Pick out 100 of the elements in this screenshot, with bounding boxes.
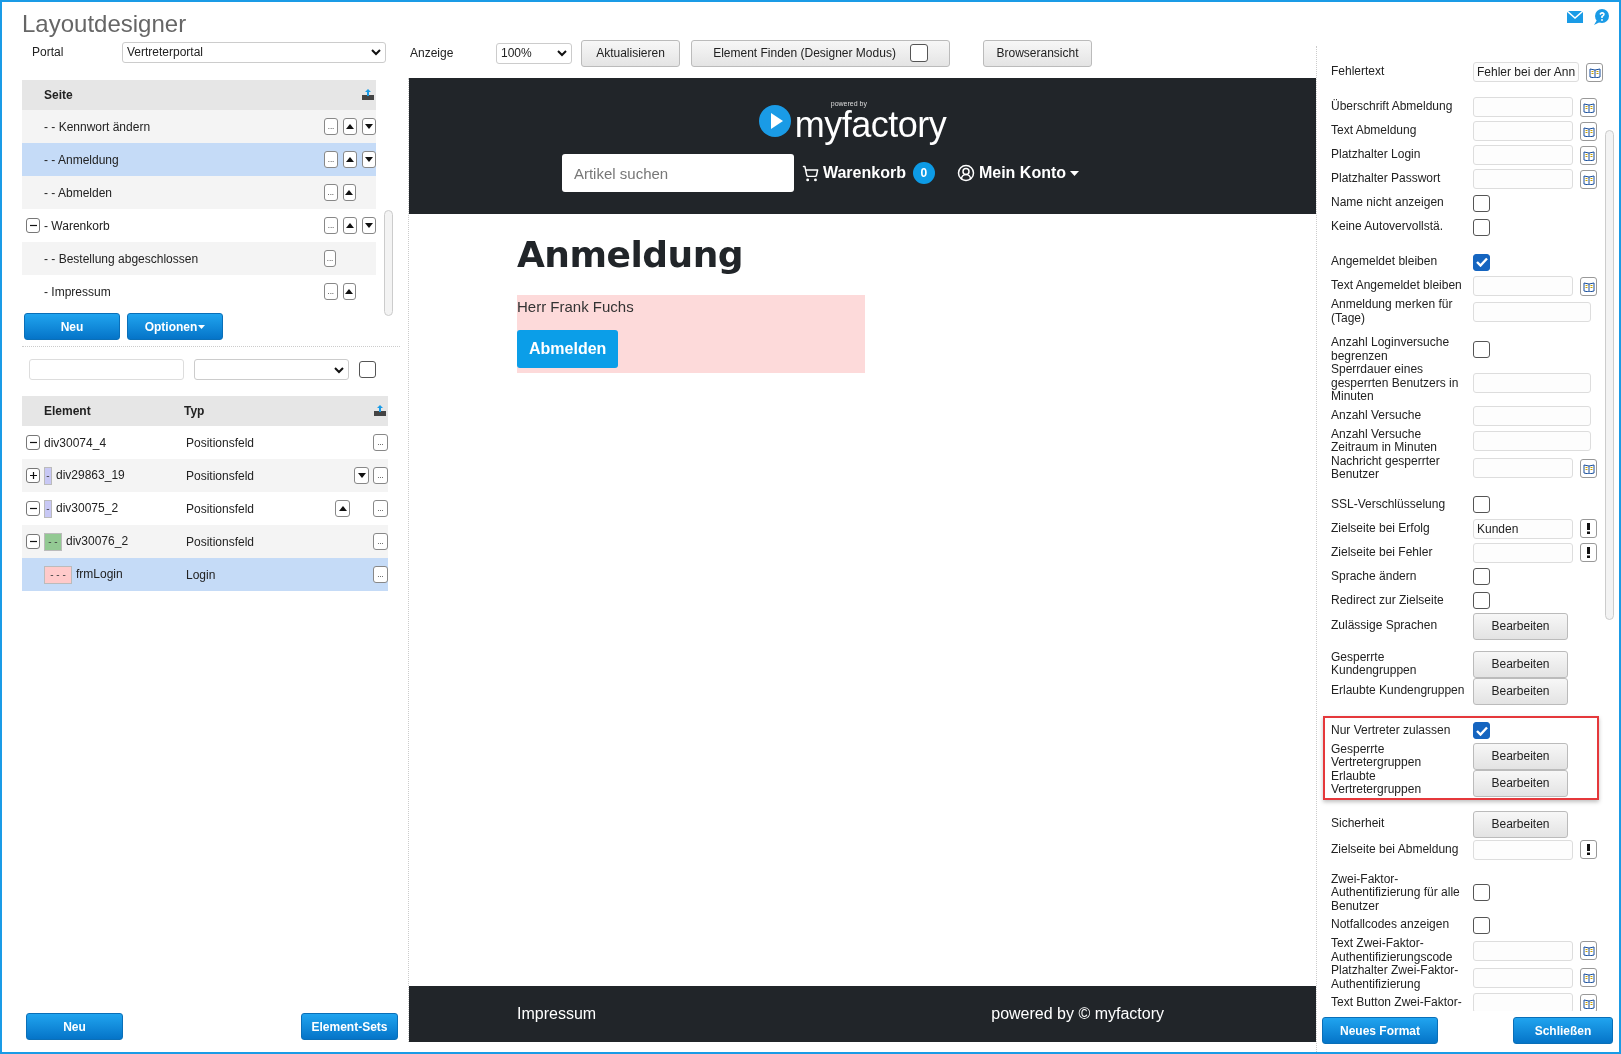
property-input[interactable]: [1473, 940, 1573, 961]
more-button[interactable]: ...: [373, 500, 388, 517]
export-icon[interactable]: [362, 89, 374, 100]
filter-checkbox[interactable]: [359, 361, 376, 378]
translate-button[interactable]: [1580, 993, 1597, 1011]
move-down-button[interactable]: [354, 467, 369, 484]
property-input[interactable]: [1473, 373, 1591, 394]
refresh-button[interactable]: Aktualisieren: [581, 39, 680, 67]
property-checkbox[interactable]: [1473, 218, 1490, 236]
property-input[interactable]: Fehler bei der Ann: [1473, 62, 1580, 82]
move-down-button[interactable]: [362, 118, 376, 135]
translate-button[interactable]: [1580, 276, 1597, 296]
property-input[interactable]: [1473, 97, 1573, 117]
new-format-button[interactable]: Neues Format: [1322, 1017, 1438, 1044]
collapse-toggle[interactable]: [26, 218, 40, 233]
move-up-button[interactable]: [342, 184, 356, 201]
designer-mode-checkbox[interactable]: [909, 44, 928, 62]
close-button[interactable]: Schließen: [1513, 1017, 1613, 1044]
property-input[interactable]: [1473, 405, 1591, 426]
page-tree-row[interactable]: - - Anmeldung ...: [22, 143, 376, 176]
select-page-button[interactable]: [1580, 840, 1597, 859]
property-checkbox[interactable]: [1473, 253, 1490, 271]
property-checkbox[interactable]: [1473, 916, 1490, 934]
translate-button[interactable]: [1580, 169, 1597, 189]
property-checkbox[interactable]: [1473, 884, 1490, 902]
move-down-button[interactable]: [362, 151, 376, 168]
property-checkbox[interactable]: [1473, 592, 1490, 609]
property-checkbox[interactable]: [1473, 496, 1490, 513]
account-menu[interactable]: Mein Konto: [956, 164, 1080, 182]
property-checkbox[interactable]: [1473, 341, 1490, 358]
edit-button[interactable]: Bearbeiten: [1473, 742, 1568, 770]
portal-select[interactable]: Vertreterportal: [122, 41, 386, 63]
move-down-button[interactable]: [362, 217, 376, 234]
translate-button[interactable]: [1580, 941, 1597, 960]
options-menu-button[interactable]: Optionen: [127, 313, 223, 340]
more-button[interactable]: ...: [373, 566, 388, 583]
translate-button[interactable]: [1580, 145, 1597, 165]
property-checkbox[interactable]: [1473, 568, 1490, 585]
translate-button[interactable]: [1580, 121, 1597, 141]
property-input[interactable]: [1473, 839, 1573, 860]
edit-button[interactable]: Bearbeiten: [1473, 612, 1568, 640]
more-button[interactable]: ...: [324, 184, 338, 201]
more-button[interactable]: ...: [324, 283, 338, 300]
cart-link[interactable]: Warenkorb 0: [801, 162, 935, 184]
move-up-button[interactable]: [335, 500, 350, 517]
move-up-button[interactable]: [342, 283, 356, 300]
property-input[interactable]: [1473, 431, 1591, 451]
more-button[interactable]: ...: [324, 151, 338, 168]
move-up-button[interactable]: [343, 151, 357, 168]
imprint-link[interactable]: Impressum: [517, 1005, 597, 1023]
element-row[interactable]: - - - frmLogin Login ...: [22, 558, 388, 591]
translate-button[interactable]: [1580, 97, 1597, 117]
more-button[interactable]: ...: [373, 434, 388, 451]
collapse-toggle[interactable]: [26, 501, 40, 516]
element-row[interactable]: - div29863_19 Positionsfeld ...: [22, 459, 388, 492]
help-icon[interactable]: [1593, 9, 1609, 25]
page-tree-row[interactable]: - - Bestellung abgeschlossen ...: [22, 242, 376, 275]
element-row[interactable]: - - div30076_2 Positionsfeld ...: [22, 525, 388, 558]
property-input[interactable]: Kunden: [1473, 518, 1573, 539]
property-input[interactable]: [1473, 542, 1573, 563]
page-tree-row[interactable]: - - Kennwort ändern ...: [22, 110, 376, 143]
browser-view-button[interactable]: Browseransicht: [983, 39, 1092, 67]
property-input[interactable]: [1473, 967, 1573, 988]
more-button[interactable]: ...: [324, 118, 338, 135]
collapse-toggle[interactable]: [26, 534, 40, 549]
property-input[interactable]: [1473, 169, 1573, 189]
property-checkbox[interactable]: [1473, 722, 1490, 739]
select-page-button[interactable]: [1580, 519, 1597, 538]
edit-button[interactable]: Bearbeiten: [1473, 769, 1568, 797]
collapse-toggle[interactable]: [26, 468, 40, 483]
property-input[interactable]: [1473, 993, 1573, 1011]
select-page-button[interactable]: [1580, 543, 1597, 562]
more-button[interactable]: ...: [324, 217, 338, 234]
move-up-button[interactable]: [343, 217, 357, 234]
edit-button[interactable]: Bearbeiten: [1473, 677, 1568, 705]
property-input[interactable]: [1473, 301, 1591, 322]
translate-button[interactable]: [1586, 62, 1603, 82]
property-input[interactable]: [1473, 145, 1573, 165]
property-input[interactable]: [1473, 121, 1573, 141]
more-button[interactable]: ...: [373, 467, 388, 484]
move-up-button[interactable]: [343, 118, 357, 135]
more-button[interactable]: ...: [373, 533, 388, 550]
find-element-button[interactable]: Element Finden (Designer Modus): [691, 39, 950, 67]
filter-input[interactable]: [29, 359, 184, 380]
export-icon[interactable]: [374, 405, 386, 416]
property-input[interactable]: [1473, 458, 1573, 478]
property-input[interactable]: [1473, 276, 1573, 296]
scrollbar-thumb[interactable]: [1605, 130, 1614, 620]
page-tree-row[interactable]: - - Abmelden ...: [22, 176, 376, 209]
edit-button[interactable]: Bearbeiten: [1473, 810, 1568, 838]
new-button[interactable]: Neu: [26, 1013, 123, 1040]
zoom-select[interactable]: 100%: [496, 42, 572, 64]
new-button[interactable]: Neu: [24, 313, 120, 340]
more-button[interactable]: ...: [324, 250, 336, 267]
scrollbar-thumb[interactable]: [384, 210, 393, 316]
element-sets-button[interactable]: Element-Sets: [301, 1013, 398, 1040]
translate-button[interactable]: [1580, 968, 1597, 987]
collapse-toggle[interactable]: [26, 435, 40, 450]
edit-button[interactable]: Bearbeiten: [1473, 650, 1568, 678]
property-checkbox[interactable]: [1473, 194, 1490, 212]
